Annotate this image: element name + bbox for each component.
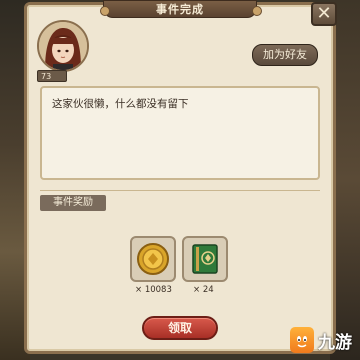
add-friend-button[interactable]: 加为好友: [252, 44, 318, 66]
gold-coin-icon: [137, 243, 169, 275]
section-divider: [40, 190, 320, 191]
rewards-section-label: 事件奖励: [40, 195, 106, 211]
close-button[interactable]: ✕: [311, 2, 337, 26]
watermark-logo-icon: [290, 327, 314, 353]
site-watermark: 九游: [290, 326, 360, 354]
title-ornament-right: [252, 6, 262, 16]
watermark-text: 九游: [318, 332, 352, 353]
claim-button[interactable]: 领取: [142, 316, 218, 340]
player-level-badge: 73: [37, 70, 67, 82]
player-avatar[interactable]: 73: [37, 20, 89, 82]
dialog-title: 事件完成: [156, 3, 204, 16]
green-book-icon: [192, 244, 218, 274]
title-ornament-left: [100, 6, 110, 16]
player-message-text: 这家伙很懒，什么都没有留下: [52, 98, 189, 110]
reward-count-coin: × 10083: [135, 285, 172, 295]
avatar-portrait: [37, 20, 89, 72]
reward-count-book: × 24: [193, 285, 214, 295]
player-message: 这家伙很懒，什么都没有留下: [40, 86, 320, 180]
character-portrait-icon: [39, 22, 87, 70]
dialog-title-bar: 事件完成: [103, 0, 257, 18]
reward-item-book[interactable]: [182, 236, 228, 282]
reward-item-coin[interactable]: [130, 236, 176, 282]
close-icon: ✕: [316, 3, 332, 24]
